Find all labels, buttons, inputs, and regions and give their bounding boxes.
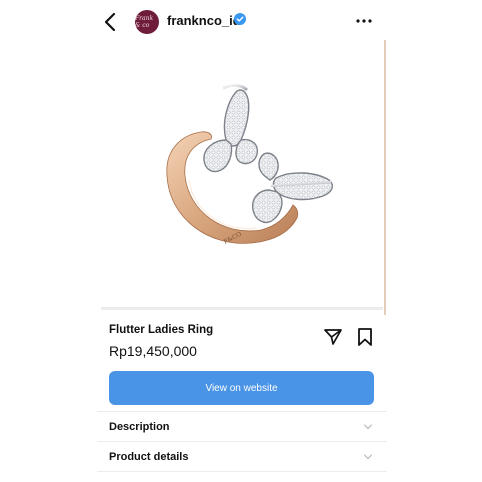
product-details-section[interactable]: Product details: [97, 441, 387, 472]
view-on-website-button[interactable]: View on website: [109, 371, 374, 405]
product-image[interactable]: F&CO: [101, 40, 383, 310]
image-scroll-indicator: [101, 307, 383, 310]
chevron-left-icon[interactable]: [101, 11, 121, 33]
product-price: Rp19,450,000: [109, 343, 197, 359]
section-divider: [97, 471, 387, 472]
chevron-down-icon: [363, 424, 373, 430]
send-icon[interactable]: [323, 327, 343, 347]
product-details-label: Product details: [109, 451, 189, 463]
username[interactable]: franknco_id: [167, 13, 241, 28]
chevron-down-icon: [363, 454, 373, 460]
bookmark-icon[interactable]: [356, 327, 374, 347]
more-horizontal-icon[interactable]: [355, 13, 373, 29]
description-label: Description: [109, 421, 170, 433]
header-bar: Frank & co franknco_id: [97, 0, 387, 44]
product-name: Flutter Ladies Ring: [109, 324, 214, 336]
verified-badge-icon: [234, 13, 246, 25]
avatar[interactable]: Frank & co: [135, 10, 159, 34]
description-section[interactable]: Description: [97, 411, 387, 442]
product-screen: Frank & co franknco_id F&CO Flutter Ladi…: [97, 0, 387, 482]
carousel-next-edge: [384, 40, 386, 315]
butterfly-ring-illustration: F&CO: [166, 83, 334, 246]
